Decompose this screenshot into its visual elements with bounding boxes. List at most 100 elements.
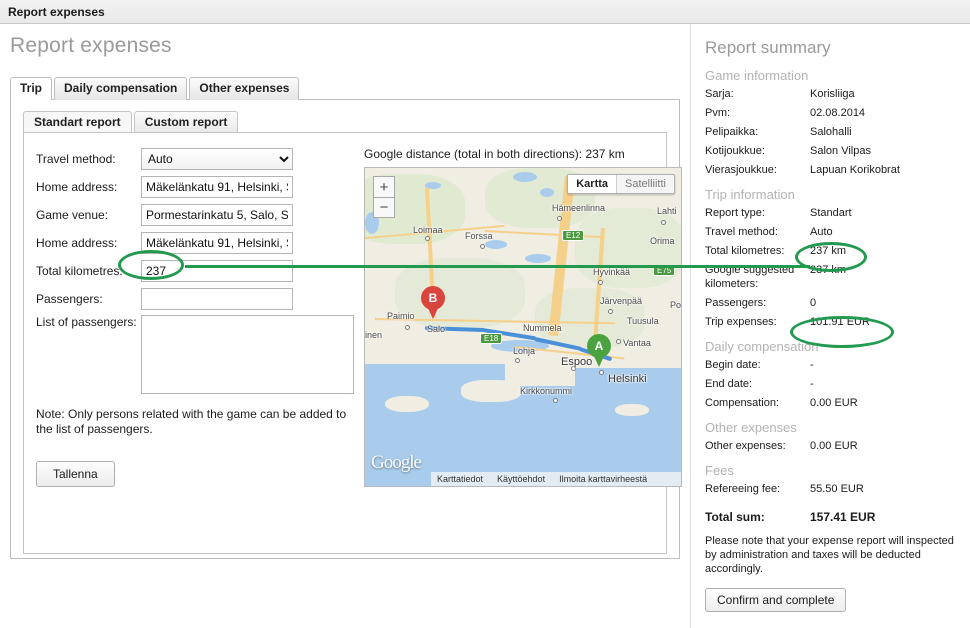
attribution-kayttoehdot[interactable]: Käyttöehdot bbox=[497, 474, 545, 484]
home-address-1-input[interactable] bbox=[141, 175, 293, 198]
summary-row: Pvm: 02.08.2014 bbox=[705, 106, 970, 120]
summary-row-value: 237 km bbox=[810, 245, 847, 257]
summary-row: Refereeing fee: 55.50 EUR bbox=[705, 482, 970, 496]
zoom-out-icon[interactable]: − bbox=[373, 197, 395, 218]
summary-row-label: Refereeing fee: bbox=[705, 483, 781, 495]
map-place-label: Paimio bbox=[387, 311, 415, 321]
save-button[interactable]: Tallenna bbox=[36, 461, 115, 487]
attribution-report-error[interactable]: Ilmoita karttavirheestä bbox=[559, 474, 647, 484]
summary-section-heading: Other expenses bbox=[705, 420, 797, 435]
summary-row-value: Auto bbox=[810, 226, 833, 238]
map-zoom-controls[interactable]: + − bbox=[373, 176, 395, 218]
map-island bbox=[615, 404, 649, 416]
map-place-label: Lahti bbox=[657, 206, 677, 216]
window-title: Report expenses bbox=[8, 4, 105, 19]
summary-row-value: Standart bbox=[810, 207, 852, 219]
summary-row-label: Vierasjoukkue: bbox=[705, 164, 777, 176]
total-sum-label: Total sum: bbox=[705, 510, 765, 524]
map-place-label: Espoo bbox=[561, 356, 593, 368]
map-column: Google distance (total in both direction… bbox=[364, 147, 682, 553]
map-type-satelliitti[interactable]: Satelliitti bbox=[616, 175, 674, 193]
report-summary-pane: Report summary Game information Sarja: Kor… bbox=[691, 24, 970, 628]
tab-other-expenses[interactable]: Other expenses bbox=[189, 77, 300, 100]
map-place-label: Loimaa bbox=[413, 225, 443, 235]
map-island bbox=[461, 380, 521, 402]
map-lake bbox=[485, 240, 507, 249]
home-address-2-input[interactable] bbox=[141, 231, 293, 254]
field-game-venue: Game venue: bbox=[36, 203, 356, 226]
total-kilometres-input[interactable] bbox=[141, 259, 293, 282]
map-marker-b[interactable]: B bbox=[421, 286, 445, 320]
summary-row: Google suggested kilometers: 237 km bbox=[705, 263, 970, 291]
passengers-input[interactable] bbox=[141, 287, 293, 310]
list-of-passengers-label: List of passengers: bbox=[36, 315, 137, 329]
field-home-address-2: Home address: bbox=[36, 231, 356, 254]
map-road-shield: E18 bbox=[480, 333, 503, 344]
map-city-dot bbox=[661, 220, 666, 225]
map-marker-b-tail bbox=[427, 306, 439, 319]
summary-section-heading: Daily compensation bbox=[705, 339, 819, 354]
zoom-in-icon[interactable]: + bbox=[373, 176, 395, 197]
map-place-label: Hämeenlinna bbox=[552, 203, 606, 213]
map-place-label: Orima bbox=[650, 236, 675, 246]
game-venue-input[interactable] bbox=[141, 203, 293, 226]
field-total-kilometres: Total kilometres: bbox=[36, 259, 356, 282]
summary-row-value: 02.08.2014 bbox=[810, 107, 866, 119]
travel-method-select[interactable]: Auto bbox=[141, 147, 293, 170]
tab-trip[interactable]: Trip bbox=[10, 77, 53, 100]
subtab-custom-report[interactable]: Custom report bbox=[133, 111, 239, 133]
summary-row-label: Begin date: bbox=[705, 359, 761, 371]
summary-row: End date: - bbox=[705, 377, 970, 391]
map-city-dot bbox=[557, 216, 562, 221]
summary-row-label: Total kilometres: bbox=[705, 245, 785, 257]
summary-row-label: Compensation: bbox=[705, 397, 779, 409]
summary-section-heading: Trip information bbox=[705, 187, 795, 202]
summary-row: Kotijoukkue: Salon Vilpas bbox=[705, 144, 970, 158]
attribution-karttatiedot[interactable]: Karttatiedot bbox=[437, 474, 483, 484]
summary-row-label: Other expenses: bbox=[705, 440, 786, 452]
summary-row-label: Pelipaikka: bbox=[705, 126, 759, 138]
summary-row-value: 237 km bbox=[810, 264, 847, 276]
map-road-shield: E75 bbox=[653, 265, 676, 276]
summary-row: Travel method: Auto bbox=[705, 225, 970, 239]
summary-row: Compensation: 0.00 EUR bbox=[705, 396, 970, 410]
map-place-label: Forssa bbox=[465, 231, 493, 241]
total-sum-row: Total sum: 157.41 EUR bbox=[705, 510, 970, 524]
summary-row-label: Report type: bbox=[705, 207, 765, 219]
summary-row-label: Pvm: bbox=[705, 107, 731, 119]
map-type-kartta[interactable]: Kartta bbox=[568, 175, 617, 193]
map-city-dot bbox=[598, 280, 603, 285]
home-address-1-label: Home address: bbox=[36, 179, 118, 194]
google-distance-caption: Google distance (total in both direction… bbox=[364, 147, 625, 161]
tab-daily-compensation[interactable]: Daily compensation bbox=[54, 77, 188, 100]
game-venue-label: Game venue: bbox=[36, 207, 109, 222]
map-city-dot bbox=[599, 370, 604, 375]
report-type-tabs: Standart report Custom report bbox=[23, 110, 667, 133]
map-type-switch[interactable]: Kartta Satelliitti bbox=[567, 174, 675, 194]
map-island bbox=[385, 396, 429, 412]
map-place-label: inen bbox=[365, 330, 383, 340]
route-map[interactable]: B A Loimaa Forssa Hämeenlinna Lahti Orim… bbox=[364, 167, 682, 487]
summary-row-value: Lapuan Korikobrat bbox=[810, 164, 900, 176]
main-layout: Report expenses Trip Daily compensation … bbox=[0, 24, 970, 628]
summary-row: Begin date: - bbox=[705, 358, 970, 372]
map-city-dot bbox=[515, 358, 520, 363]
map-place-label: Helsinki bbox=[608, 373, 647, 385]
confirm-and-complete-button[interactable]: Confirm and complete bbox=[705, 588, 847, 612]
map-place-label: Kirkkonummi bbox=[520, 386, 573, 396]
map-city-dot bbox=[480, 244, 485, 249]
summary-row: Pelipaikka: Salohalli bbox=[705, 125, 970, 139]
field-home-address-1: Home address: bbox=[36, 175, 356, 198]
summary-row-label: Sarja: bbox=[705, 88, 734, 100]
map-place-label: Lohja bbox=[513, 346, 536, 356]
summary-row-value: 0.00 EUR bbox=[810, 397, 858, 409]
summary-row-label: Google suggested kilometers: bbox=[705, 264, 795, 290]
summary-section-heading: Fees bbox=[705, 463, 734, 478]
list-of-passengers-textarea[interactable] bbox=[141, 315, 354, 394]
passengers-label: Passengers: bbox=[36, 291, 103, 306]
trip-form: Travel method: Auto Home address: Game v… bbox=[36, 147, 356, 553]
subtab-standart-report[interactable]: Standart report bbox=[23, 111, 132, 133]
map-lake bbox=[525, 254, 551, 263]
window-title-bar: Report expenses bbox=[0, 0, 970, 24]
summary-disclaimer: Please note that your expense report wil… bbox=[705, 535, 954, 575]
